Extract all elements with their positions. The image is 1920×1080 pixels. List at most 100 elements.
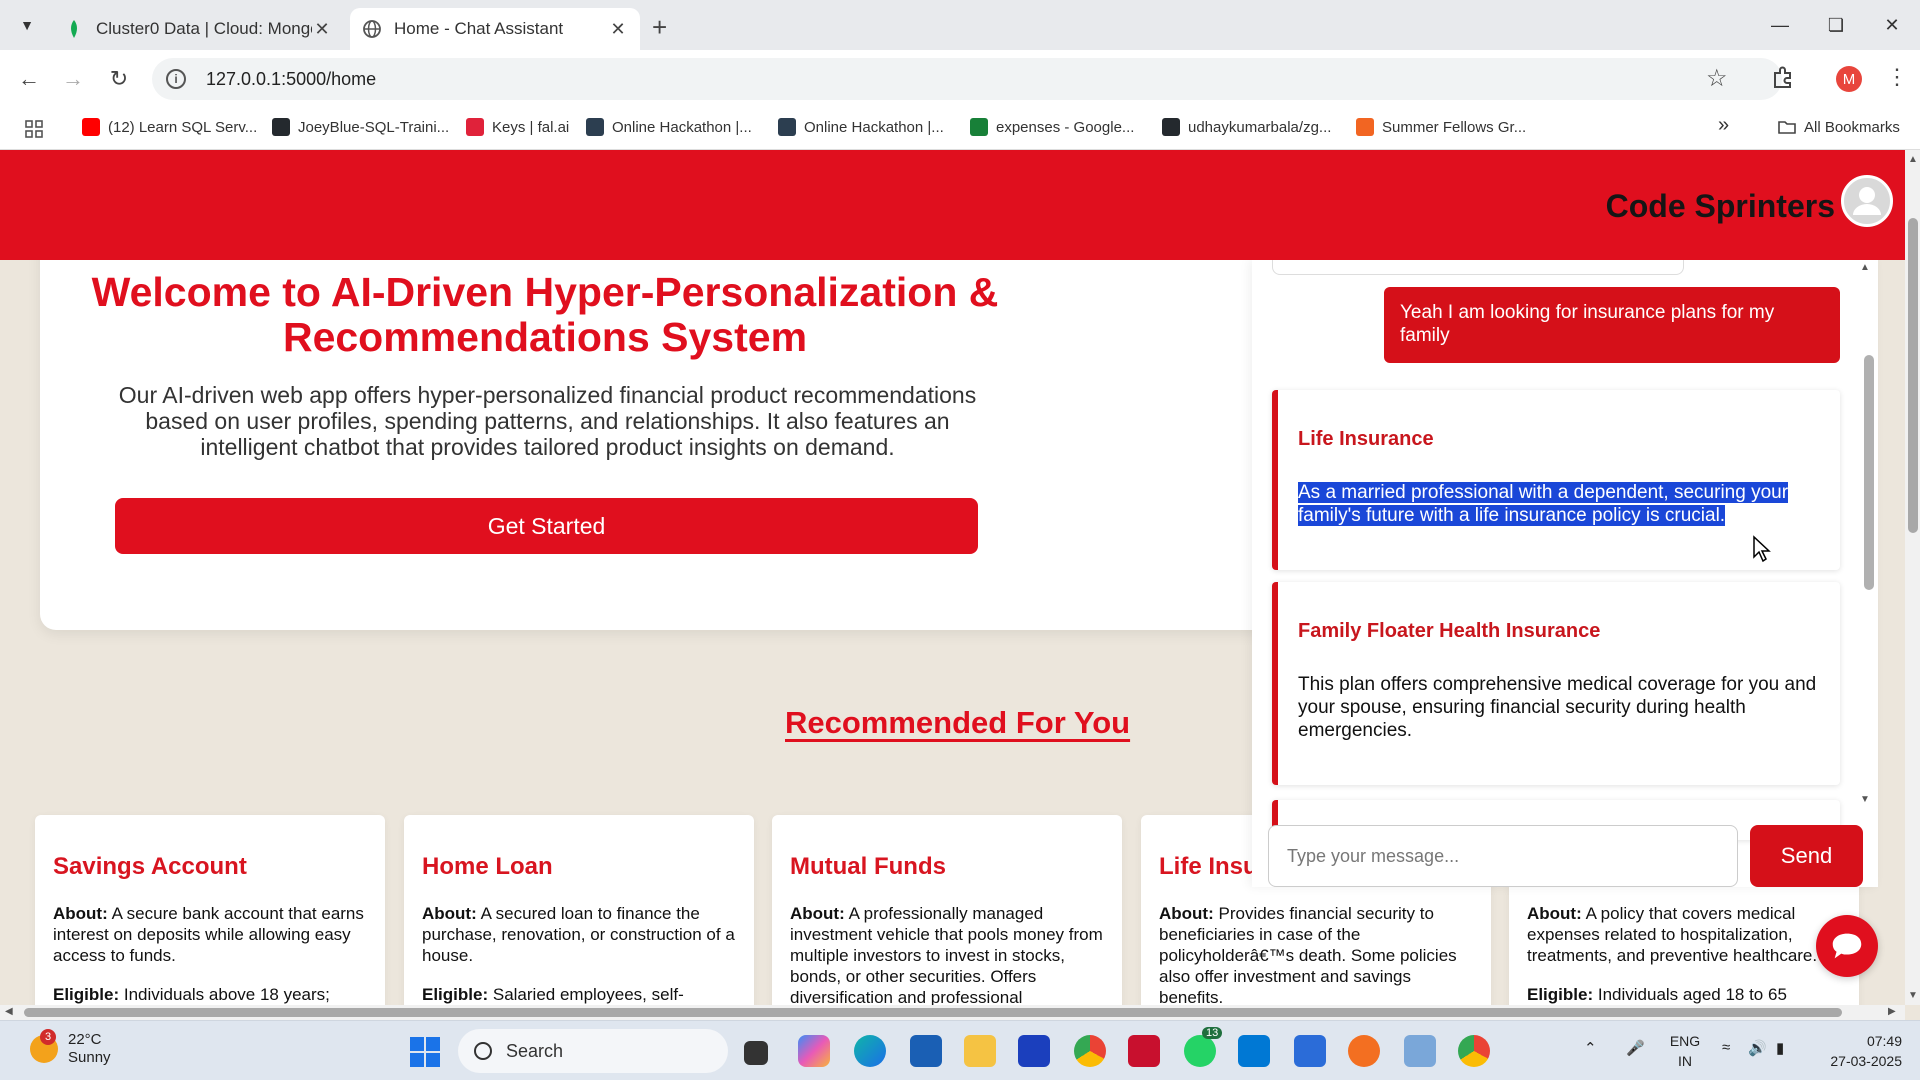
bookmark-item[interactable]: Online Hackathon |...: [586, 118, 752, 136]
horizontal-scrollbar-thumb[interactable]: [24, 1008, 1842, 1017]
browser-menu-icon[interactable]: ⋮: [1886, 64, 1908, 90]
edge-icon[interactable]: [854, 1035, 886, 1067]
hackerearth-icon: [586, 118, 604, 136]
recommendation-description[interactable]: As a married professional with a depende…: [1298, 482, 1789, 526]
ycombinator-icon: [1356, 118, 1374, 136]
bookmark-item[interactable]: JoeyBlue-SQL-Traini...: [272, 118, 449, 136]
minimize-icon[interactable]: —: [1762, 10, 1798, 40]
hero-title: Welcome to AI-Driven Hyper-Personalizati…: [91, 269, 999, 360]
chat-message-input[interactable]: [1268, 825, 1738, 887]
page-horizontal-scrollbar[interactable]: ◀ ▶: [0, 1005, 1905, 1020]
reload-icon[interactable]: ↻: [104, 64, 134, 94]
eligible-label: Eligible:: [53, 985, 120, 1004]
chrome-profile-icon[interactable]: [1458, 1035, 1490, 1067]
file-explorer-icon[interactable]: [964, 1035, 996, 1067]
store-icon[interactable]: [910, 1035, 942, 1067]
postman-icon[interactable]: [1348, 1035, 1380, 1067]
send-button[interactable]: Send: [1750, 825, 1863, 887]
weather-widget[interactable]: 3 22°C Sunny: [30, 1029, 111, 1067]
close-tab-icon[interactable]: ✕: [312, 19, 332, 40]
chat-scroll-up-icon[interactable]: ▲: [1860, 262, 1870, 273]
recommendation-title: Life Insurance: [1298, 428, 1434, 450]
web-page: Code Sprinters Welcome to AI-Driven Hype…: [0, 150, 1920, 1005]
mouse-cursor-icon: [1753, 535, 1771, 563]
close-window-icon[interactable]: ✕: [1874, 10, 1910, 40]
tab-search-chevron-icon[interactable]: ▼: [14, 12, 40, 38]
volume-icon[interactable]: 🔊: [1748, 1039, 1767, 1057]
user-avatar-icon[interactable]: [1841, 175, 1893, 227]
chat-toggle-button[interactable]: [1816, 915, 1878, 977]
page-vertical-scrollbar[interactable]: ▲ ▼: [1905, 150, 1920, 1005]
app-icon[interactable]: [1018, 1035, 1050, 1067]
hackerearth-icon: [778, 118, 796, 136]
chat-bubble-icon: [1832, 933, 1862, 959]
vscode-icon[interactable]: [1238, 1035, 1270, 1067]
close-tab-icon[interactable]: ✕: [608, 19, 628, 40]
bookmarks-overflow-chevron-icon[interactable]: »: [1718, 114, 1729, 137]
bookmark-item[interactable]: Keys | fal.ai: [466, 118, 569, 136]
profile-avatar[interactable]: M: [1836, 66, 1862, 92]
clock[interactable]: 07:49 27-03-2025: [1820, 1031, 1902, 1071]
tab-mongodb[interactable]: Cluster0 Data | Cloud: MongoDB ✕: [52, 8, 344, 50]
bookmark-label: Keys | fal.ai: [492, 118, 570, 136]
product-about: About: A policy that covers medical expe…: [1527, 903, 1841, 966]
tab-title: Home - Chat Assistant: [394, 19, 564, 38]
product-about: About: A secured loan to finance the pur…: [422, 903, 736, 966]
chat-scrollbar-thumb[interactable]: [1864, 355, 1874, 590]
all-bookmarks-label: All Bookmarks: [1804, 118, 1900, 136]
bookmarks-bar: (12) Learn SQL Serv... JoeyBlue-SQL-Train…: [0, 108, 1920, 150]
tab-home-chat-assistant[interactable]: Home - Chat Assistant ✕: [350, 8, 640, 50]
scroll-up-icon[interactable]: ▲: [1908, 154, 1918, 165]
all-bookmarks[interactable]: All Bookmarks: [1778, 118, 1900, 136]
mcafee-icon[interactable]: [1128, 1035, 1160, 1067]
address-bar[interactable]: i 127.0.0.1:5000/home: [152, 58, 1782, 100]
scroll-down-icon[interactable]: ▼: [1908, 990, 1918, 1001]
clock-time: 07:49: [1866, 1033, 1902, 1049]
product-about: About: A professionally managed investme…: [790, 903, 1104, 1005]
weather-description: Sunny: [68, 1049, 111, 1066]
product-card[interactable]: Mutual Funds About: A professionally mana…: [772, 815, 1122, 1005]
battery-icon[interactable]: ▮: [1776, 1039, 1784, 1057]
restore-icon[interactable]: ❏: [1818, 10, 1854, 40]
whatsapp-icon[interactable]: 13: [1184, 1027, 1223, 1067]
bookmark-item[interactable]: Online Hackathon |...: [778, 118, 944, 136]
search-icon: [474, 1042, 492, 1060]
product-eligibility: Eligible: Individuals above 18 years;: [53, 984, 367, 1005]
bookmark-star-icon[interactable]: ☆: [1706, 64, 1728, 93]
chrome-icon[interactable]: [1074, 1035, 1106, 1067]
copilot-icon[interactable]: [798, 1035, 830, 1067]
product-card[interactable]: Home Loan About: A secured loan to financ…: [404, 815, 754, 1005]
site-info-icon[interactable]: i: [166, 69, 186, 89]
back-arrow-icon[interactable]: ←: [14, 64, 44, 94]
tray-chevron-icon[interactable]: ⌃: [1584, 1039, 1597, 1057]
forward-arrow-icon[interactable]: →: [58, 64, 88, 94]
page-scrollbar-thumb[interactable]: [1908, 218, 1918, 533]
taskbar-search[interactable]: Search: [458, 1029, 728, 1073]
chat-panel: Yeah I am looking for insurance plans fo…: [1252, 260, 1878, 887]
bookmark-item[interactable]: expenses - Google...: [970, 118, 1134, 136]
microphone-icon[interactable]: 🎤: [1626, 1039, 1645, 1057]
extensions-puzzle-icon[interactable]: [1770, 64, 1796, 90]
product-card[interactable]: Savings Account About: A secure bank acco…: [35, 815, 385, 1005]
new-tab-plus-icon[interactable]: +: [652, 12, 667, 43]
apps-grid-icon[interactable]: [24, 119, 44, 139]
get-started-button[interactable]: Get Started: [115, 498, 978, 554]
about-label: About:: [53, 904, 108, 923]
product-name: Savings Account: [53, 853, 247, 880]
github-icon: [272, 118, 290, 136]
snipping-tool-icon[interactable]: [1404, 1035, 1436, 1067]
windows-start-icon[interactable]: [410, 1037, 440, 1067]
eligible-text: Salaried employees, self-: [492, 985, 684, 1004]
task-view-icon[interactable]: [744, 1041, 768, 1065]
scroll-right-icon[interactable]: ▶: [1888, 1006, 1896, 1017]
bookmark-item[interactable]: (12) Learn SQL Serv...: [82, 118, 257, 136]
bookmark-item[interactable]: udhaykumarbala/zg...: [1162, 118, 1331, 136]
chat-scroll-down-icon[interactable]: ▼: [1860, 794, 1870, 805]
eligible-text: Individuals aged 18 to 65: [1597, 985, 1787, 1004]
wifi-icon[interactable]: ≈: [1722, 1039, 1730, 1056]
scroll-left-icon[interactable]: ◀: [5, 1006, 13, 1017]
bookmark-item[interactable]: Summer Fellows Gr...: [1356, 118, 1526, 136]
recommendation-description: This plan offers comprehensive medical c…: [1298, 674, 1817, 741]
notepad-icon[interactable]: [1294, 1035, 1326, 1067]
language-indicator[interactable]: ENG IN: [1668, 1031, 1702, 1071]
